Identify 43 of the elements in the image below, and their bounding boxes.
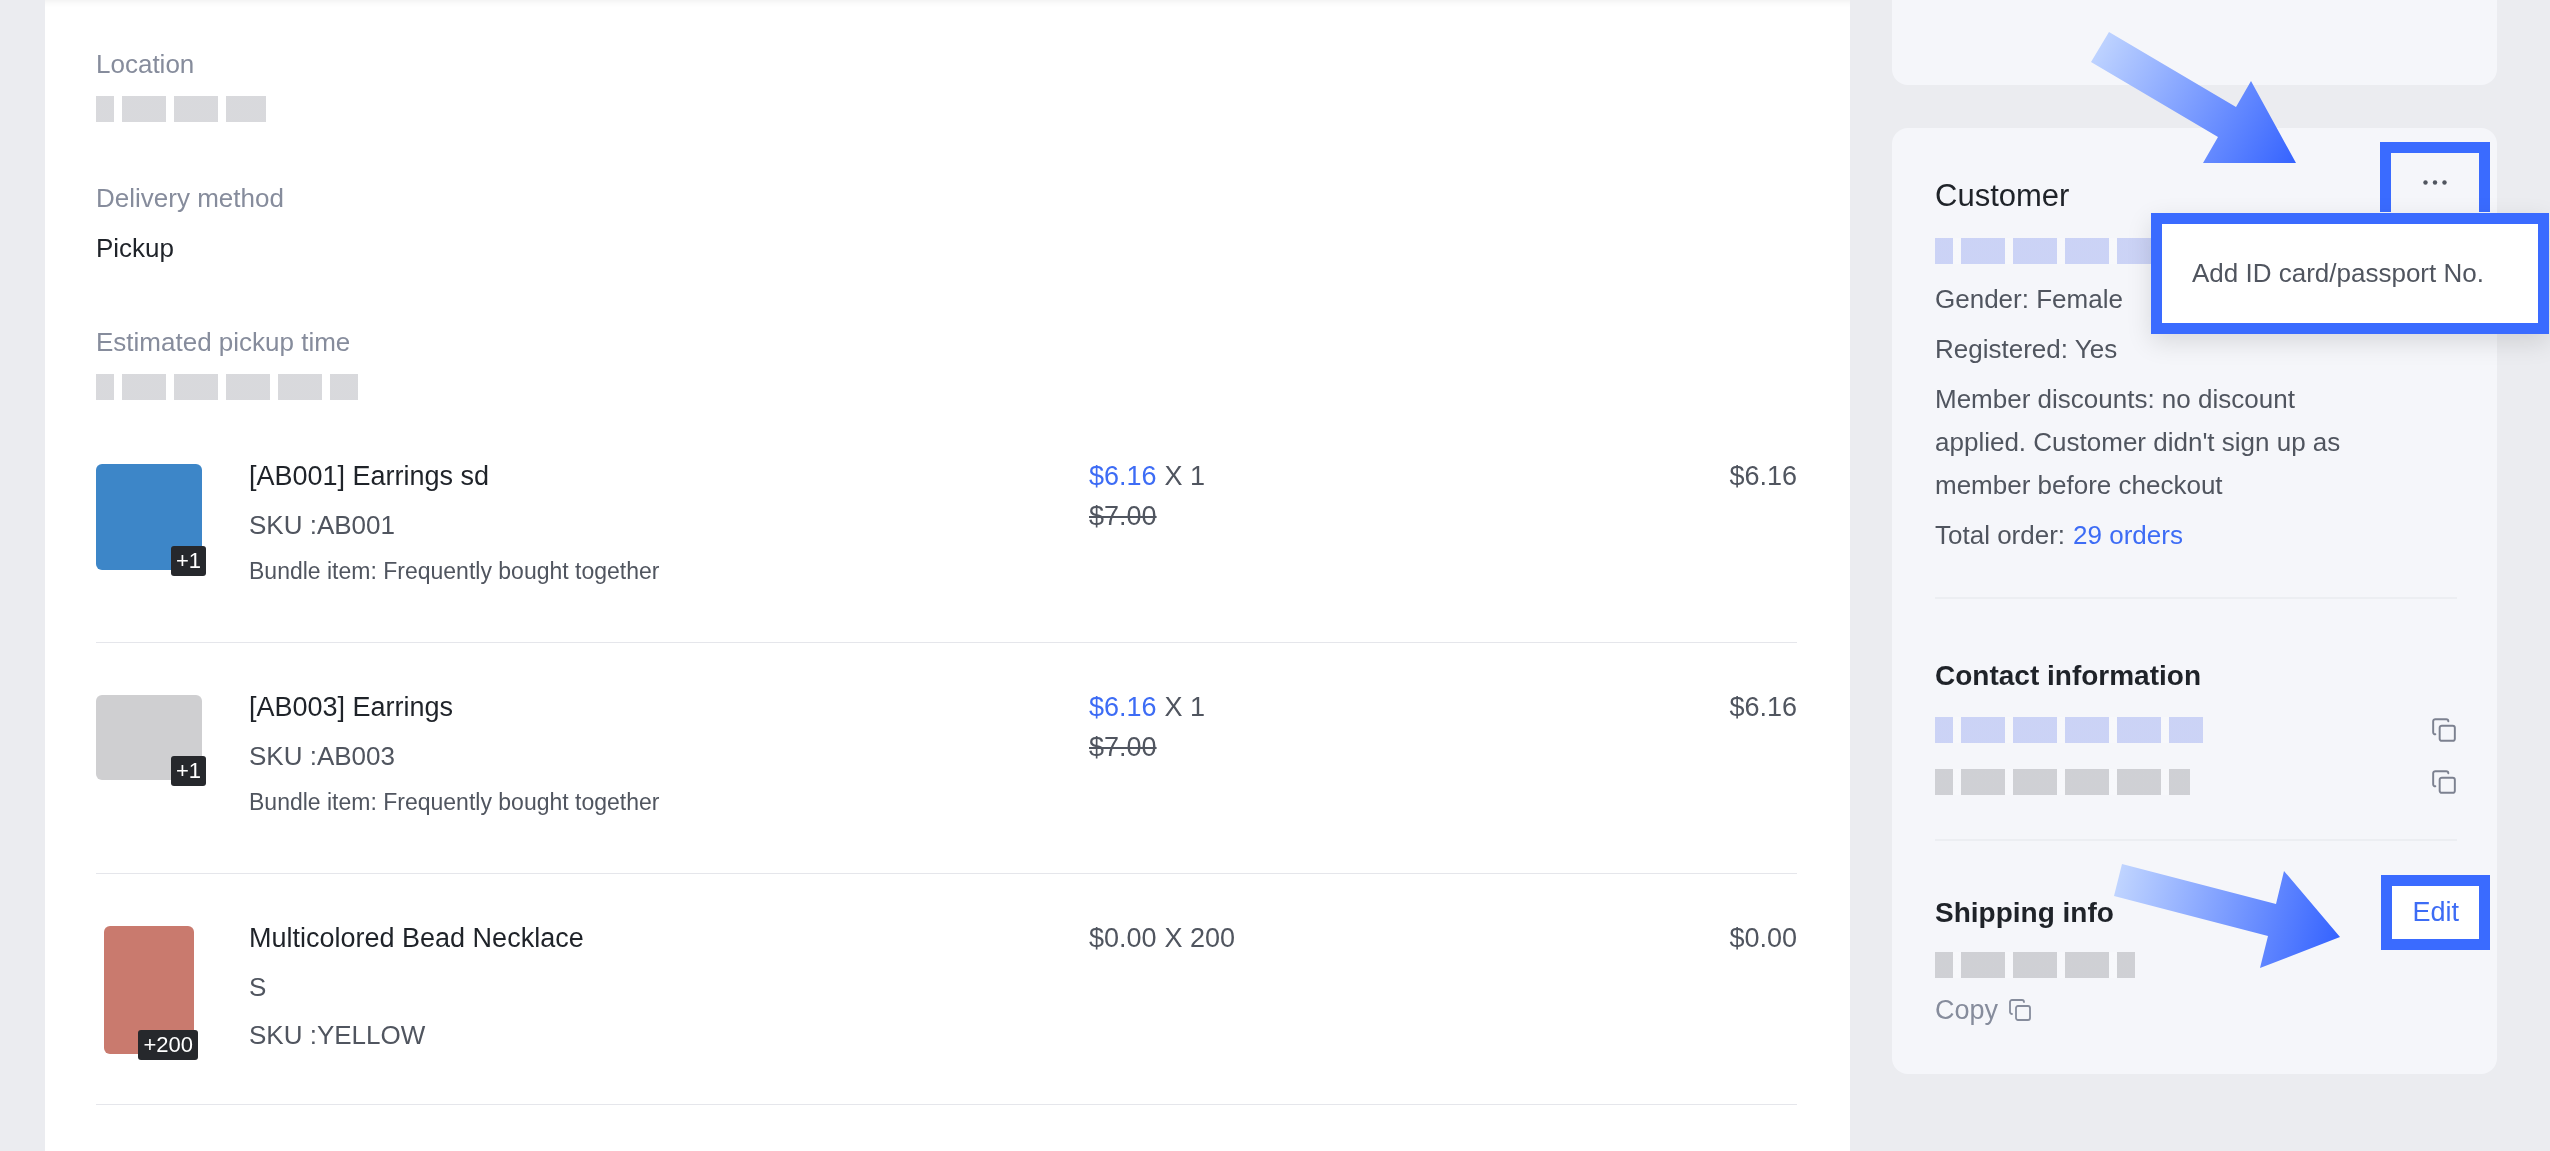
field-label: Estimated pickup time [96, 326, 352, 359]
count-badge: +1 [170, 756, 206, 786]
orders-link[interactable]: 29 orders [2073, 514, 2183, 557]
customer-info-text: Member discounts: no discount applied. Customer didn't sign up as member before checkout [1935, 383, 2342, 502]
product-title: [AB001] Earrings sd [249, 460, 491, 493]
section-title: Contact information [1935, 659, 2202, 693]
line-total: $0.00 [1729, 922, 1797, 955]
card-title: Customer [1935, 177, 2070, 215]
original-price: $7.00 [1089, 731, 1157, 764]
copy-icon [2008, 998, 2033, 1022]
line-total: $6.16 [1729, 460, 1797, 493]
customer-info-text: Registered: Yes [1935, 333, 2118, 366]
bundle-note: Bundle item: Frequently bought together [249, 557, 661, 586]
original-price: $7.00 [1089, 500, 1157, 533]
product-title: Multicolored Bead Necklace [249, 922, 585, 955]
field-value: Pickup [96, 232, 176, 265]
quantity-text: X 1 [1164, 460, 1206, 493]
line-total: $6.16 [1729, 691, 1797, 724]
variant-text: S [249, 971, 268, 1004]
sku-text: SKU :YELLOW [249, 1019, 427, 1052]
copy-link[interactable]: Copy [1935, 990, 2033, 1030]
count-badge: +1 [170, 546, 206, 576]
copy-icon[interactable] [2431, 769, 2457, 795]
sku-text: SKU :AB001 [249, 509, 396, 542]
product-title: [AB003] Earrings [249, 691, 455, 724]
section-title: Shipping info [1935, 895, 2114, 930]
field-label: Delivery method [96, 182, 285, 215]
unit-price: $0.00 [1089, 922, 1157, 955]
field-label: Location [96, 48, 196, 81]
quantity-text: X 1 [1164, 691, 1206, 724]
customer-info-text: Gender: Female [1935, 283, 2123, 316]
sku-text: SKU :AB003 [249, 740, 396, 773]
bundle-note: Bundle item: Frequently bought together [249, 788, 661, 817]
more-button[interactable] [2380, 142, 2490, 212]
count-badge: +200 [138, 1030, 198, 1060]
quantity-text: X 200 [1164, 922, 1236, 955]
unit-price: $6.16 [1089, 691, 1157, 724]
unit-price: $6.16 [1089, 460, 1157, 493]
menu-item[interactable]: Add ID card/passport No. [2192, 254, 2538, 292]
copy-icon[interactable] [2431, 717, 2457, 743]
total-order-label: Total order: [1935, 519, 2066, 552]
edit-button[interactable]: Edit [2381, 875, 2490, 950]
ellipsis-icon [2423, 180, 2447, 185]
